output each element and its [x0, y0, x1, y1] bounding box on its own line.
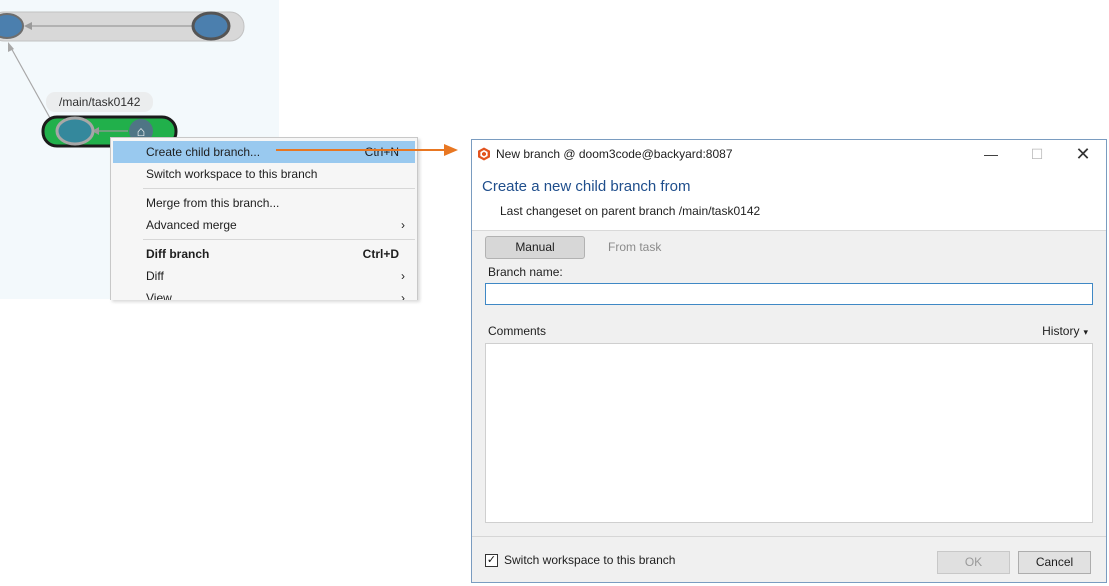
minimize-button[interactable]: —: [968, 140, 1014, 168]
dialog-title: New branch @ doom3code@backyard:8087: [496, 147, 733, 161]
menu-item-merge-from-branch[interactable]: Merge from this branch...: [113, 192, 415, 214]
plastic-scm-icon: [478, 147, 490, 161]
menu-item-advanced-merge[interactable]: Advanced merge ›: [113, 214, 415, 236]
menu-item-shortcut: Ctrl+D: [362, 247, 399, 261]
menu-item-diff-branch[interactable]: Diff branch Ctrl+D: [113, 243, 415, 265]
menu-item-label: Advanced merge: [146, 218, 237, 232]
branch-label[interactable]: /main/task0142: [46, 92, 154, 112]
menu-item-label: Diff branch: [146, 247, 210, 261]
header-title: Create a new child branch from: [482, 178, 691, 195]
chevron-right-icon: ›: [401, 269, 405, 283]
chevron-right-icon: ›: [401, 218, 405, 232]
menu-separator: [143, 188, 415, 189]
menu-item-diff[interactable]: Diff ›: [113, 265, 415, 287]
tab-from-task[interactable]: From task: [608, 236, 661, 258]
dialog-header: Create a new child branch from Last chan…: [472, 168, 1106, 231]
ok-button[interactable]: OK: [937, 551, 1010, 574]
footer-divider: [472, 536, 1106, 537]
tab-manual[interactable]: Manual: [485, 236, 585, 259]
dialog-titlebar[interactable]: New branch @ doom3code@backyard:8087 — ☐…: [472, 140, 1106, 168]
new-branch-dialog: New branch @ doom3code@backyard:8087 — ☐…: [471, 139, 1107, 583]
menu-separator: [143, 239, 415, 240]
menu-item-label: Diff: [146, 269, 164, 283]
branch-name-label: Branch name:: [488, 265, 563, 279]
parent-changeset-left: [0, 13, 24, 39]
comments-label: Comments: [488, 324, 547, 338]
menu-item-label: Create child branch...: [146, 145, 261, 159]
menu-item-label: Merge from this branch...: [146, 196, 280, 210]
switch-workspace-checkbox[interactable]: ✓: [485, 554, 498, 567]
branch-name-input[interactable]: [485, 283, 1093, 305]
header-subtitle: Last changeset on parent branch /main/ta…: [500, 204, 761, 218]
parent-changeset-right: [191, 11, 231, 41]
maximize-button[interactable]: ☐: [1014, 140, 1060, 168]
menu-item-view[interactable]: View ›: [113, 287, 415, 300]
chevron-right-icon: ›: [401, 291, 405, 300]
comments-textarea[interactable]: [485, 343, 1093, 523]
menu-item-switch-workspace[interactable]: Switch workspace to this branch: [113, 163, 415, 185]
history-label: History: [1042, 324, 1080, 338]
switch-workspace-label[interactable]: Switch workspace to this branch: [504, 553, 675, 567]
context-menu: Create child branch... Ctrl+N Switch wor…: [110, 137, 418, 300]
menu-item-create-child-branch[interactable]: Create child branch... Ctrl+N: [113, 141, 415, 163]
cancel-button[interactable]: Cancel: [1018, 551, 1091, 574]
task-changeset: [55, 116, 95, 146]
close-button[interactable]: ✕: [1060, 140, 1106, 168]
menu-item-label: View: [146, 291, 172, 300]
menu-item-label: Switch workspace to this branch: [146, 167, 318, 181]
menu-item-shortcut: Ctrl+N: [364, 145, 399, 159]
caret-down-icon: ▾: [1083, 327, 1088, 337]
history-dropdown[interactable]: History ▾: [1042, 324, 1088, 338]
branch-origin-link: [9, 45, 51, 119]
